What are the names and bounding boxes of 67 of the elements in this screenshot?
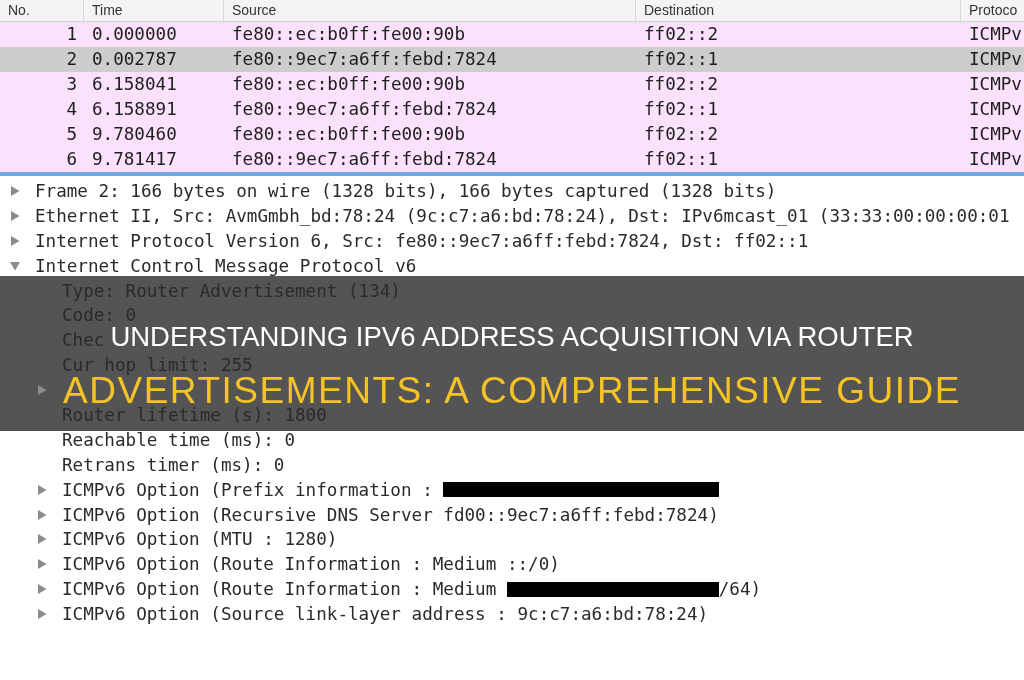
disclosure-triangle-icon[interactable] — [37, 609, 47, 620]
column-header[interactable]: Source — [223, 0, 635, 21]
tree-item-label[interactable]: ICMPv6 Option (Route Information : Medium — [62, 580, 497, 599]
packet-row[interactable]: 4 6.158891 fe80::9ec7:a6ff:febd:7824 ff02::1 ICMPv — [0, 97, 1024, 122]
table-cell-text: ff02::1 — [643, 148, 720, 171]
disclosure-triangle-icon[interactable] — [10, 185, 20, 196]
packet-row[interactable]: 2 0.002787 fe80::9ec7:a6ff:febd:7824 ff02::1 ICMPv — [0, 47, 1024, 72]
table-cell-text: ICMPv — [968, 123, 1023, 146]
disclosure-triangle-icon[interactable] — [10, 260, 20, 271]
table-cell-text: ff02::2 — [643, 123, 720, 146]
table-cell-text: 6.158041 — [91, 73, 178, 96]
table-cell-text: 0.002787 — [91, 48, 178, 71]
table-cell-text: fe80::ec:b0ff:fe00:90b — [231, 23, 467, 46]
tree-item-label[interactable]: Internet Control Message Protocol v6 — [35, 256, 417, 275]
table-cell-text: 9.781417 — [91, 148, 178, 171]
table-cell-text: 6 — [65, 148, 78, 171]
tree-item-label[interactable]: ICMPv6 Option (Prefix information : — [62, 480, 433, 499]
table-cell-text: ff02::2 — [643, 73, 720, 96]
table-cell-text: ff02::1 — [643, 48, 720, 71]
banner-title: UNDERSTANDING IPV6 ADDRESS ACQUISITION VIA ROUTER — [110, 325, 914, 349]
tree-item-label[interactable]: ICMPv6 Option (Route Information : Medium ::/0) — [62, 555, 560, 574]
tree-item-label[interactable]: ICMPv6 Option (Recursive DNS Server fd00::9ec7:a6ff:febd:7824) — [62, 505, 719, 524]
disclosure-triangle-icon[interactable] — [37, 534, 47, 545]
table-cell-text: fe80::ec:b0ff:fe00:90b — [231, 73, 467, 96]
table-cell-text: fe80::9ec7:a6ff:febd:7824 — [231, 98, 498, 121]
table-cell-text: ff02::1 — [643, 98, 720, 121]
table-cell-text: fe80::9ec7:a6ff:febd:7824 — [231, 48, 498, 71]
tree-item-label[interactable]: Ethernet II, Src: AvmGmbh_bd:78:24 (9c:c7:a6:bd:78:24), Dst: IPv6mcast_01 (33:33:00:00:00:01 — [35, 206, 1010, 225]
table-cell-text: 2 — [65, 48, 78, 71]
disclosure-triangle-icon[interactable] — [10, 235, 20, 246]
disclosure-triangle-icon[interactable] — [37, 484, 47, 495]
packet-row[interactable]: 5 9.780460 fe80::ec:b0ff:fe00:90b ff02::2 ICMPv — [0, 122, 1024, 147]
table-cell-text: 4 — [65, 98, 78, 121]
table-cell-text: 3 — [65, 73, 78, 96]
table-cell-text: 0.000000 — [91, 23, 178, 46]
table-cell-text: 9.780460 — [91, 123, 178, 146]
tree-item-label[interactable]: Reachable time (ms): 0 — [62, 430, 296, 449]
packet-row[interactable]: 6 9.781417 fe80::9ec7:a6ff:febd:7824 ff02::1 ICMPv — [0, 147, 1024, 172]
packet-row[interactable]: 1 0.000000 fe80::ec:b0ff:fe00:90b ff02::2 ICMPv — [0, 22, 1024, 47]
tree-item-label[interactable]: ICMPv6 Option (MTU : 1280) — [62, 530, 338, 549]
tree-item-label[interactable]: /64) — [718, 580, 762, 599]
packet-row[interactable]: 3 6.158041 fe80::ec:b0ff:fe00:90b ff02::2 ICMPv — [0, 72, 1024, 97]
table-cell-text: fe80::9ec7:a6ff:febd:7824 — [231, 148, 498, 171]
column-header[interactable]: No. — [0, 0, 83, 21]
tree-item-label[interactable]: Internet Protocol Version 6, Src: fe80::9ec7:a6ff:febd:7824, Dst: ff02::1 — [35, 231, 809, 250]
table-cell-text: fe80::ec:b0ff:fe00:90b — [231, 123, 467, 146]
disclosure-triangle-icon[interactable] — [37, 584, 47, 595]
table-cell-text: ff02::2 — [643, 23, 720, 46]
table-cell-text: ICMPv — [968, 98, 1023, 121]
table-cell-text: ICMPv — [968, 73, 1023, 96]
disclosure-triangle-icon[interactable] — [37, 509, 47, 520]
column-header[interactable]: Protoco — [960, 0, 1024, 21]
disclosure-triangle-icon[interactable] — [37, 385, 47, 396]
table-cell-text: ICMPv — [968, 48, 1023, 71]
table-cell-text: ICMPv — [968, 148, 1023, 171]
table-cell-text: ICMPv — [968, 23, 1023, 46]
disclosure-triangle-icon[interactable] — [37, 559, 47, 570]
table-cell-text: 1 — [65, 23, 78, 46]
column-header[interactable]: Destination — [635, 0, 960, 21]
tree-item-label[interactable]: Frame 2: 166 bytes on wire (1328 bits), 166 bytes captured (1328 bits) — [35, 181, 777, 200]
table-cell-text: 5 — [65, 123, 78, 146]
tree-item-label[interactable]: Retrans timer (ms): 0 — [62, 455, 285, 474]
tree-item-label[interactable]: ICMPv6 Option (Source link-layer address : 9c:c7:a6:bd:78:24) — [62, 605, 709, 624]
table-cell-text: 6.158891 — [91, 98, 178, 121]
disclosure-triangle-icon[interactable] — [10, 210, 20, 221]
column-header[interactable]: Time — [83, 0, 223, 21]
banner-title: ADVERTISEMENTS: A COMPREHENSIVE GUIDE — [63, 374, 961, 407]
